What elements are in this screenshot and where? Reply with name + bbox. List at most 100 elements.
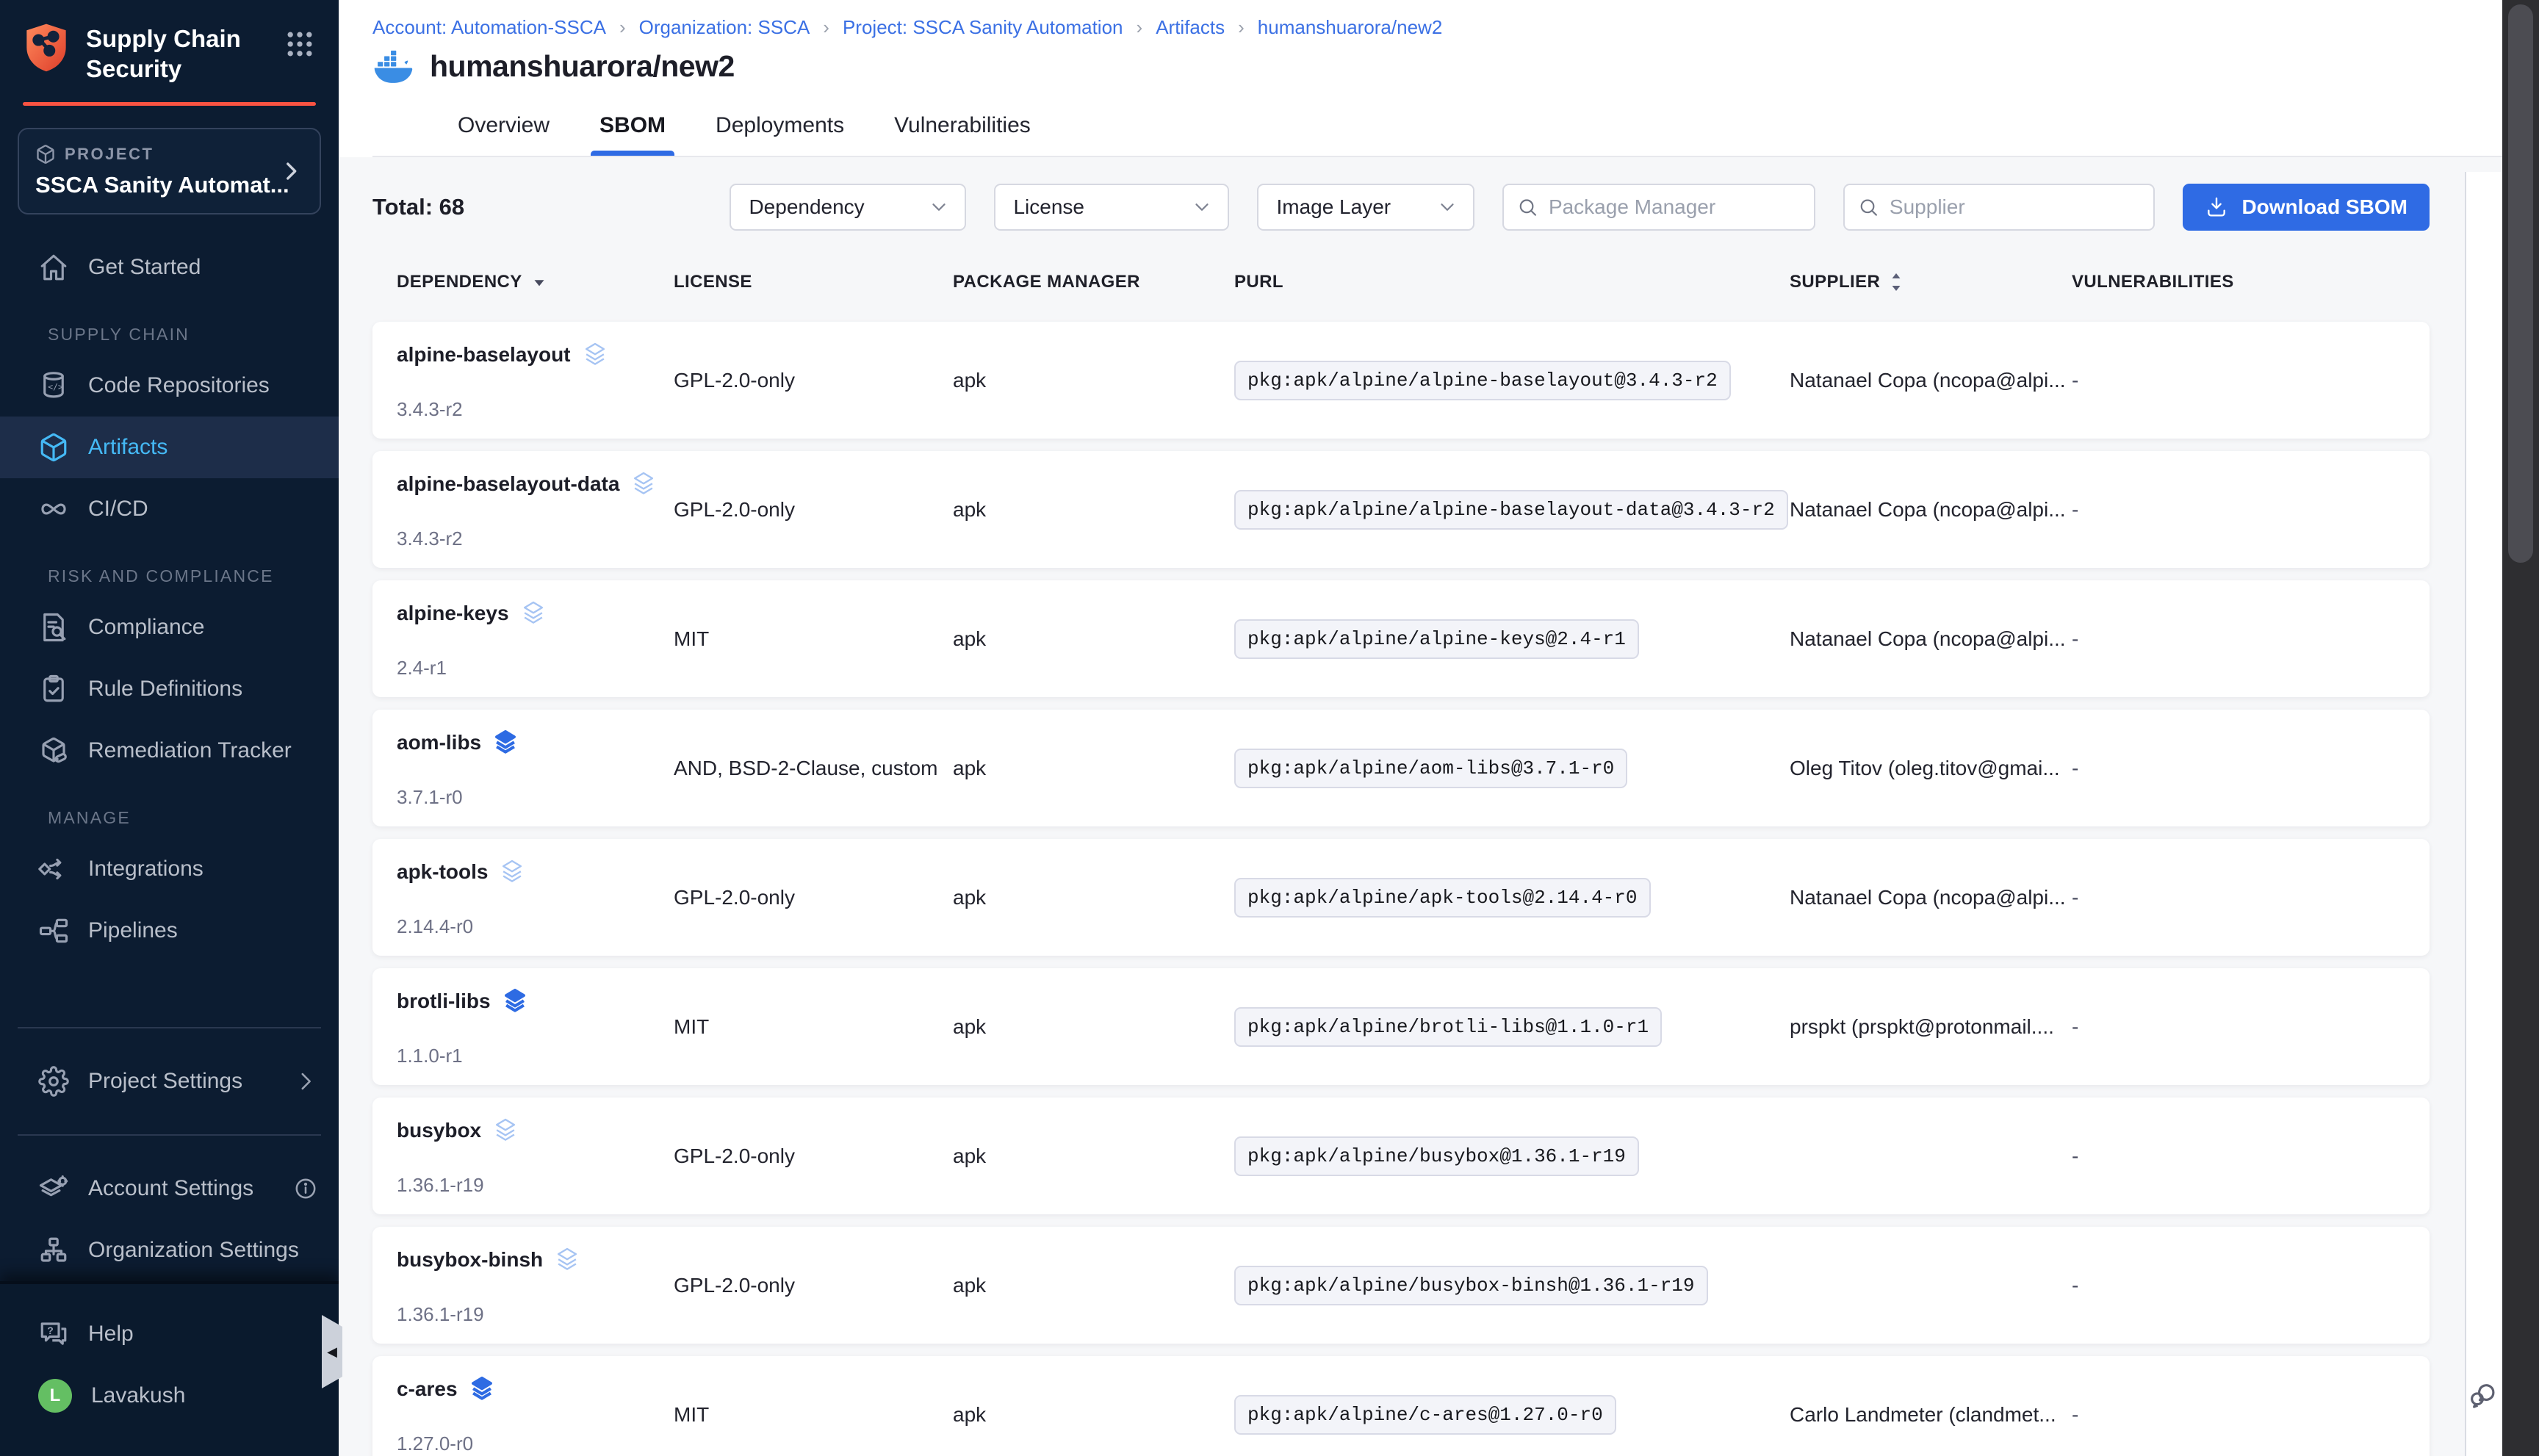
table-row[interactable]: c-ares1.27.0-r0MITapkpkg:apk/alpine/c-ar… bbox=[372, 1356, 2430, 1456]
sidebar-item-help[interactable]: ? Help bbox=[0, 1303, 339, 1365]
sidebar-item-label: Compliance bbox=[88, 615, 318, 640]
tab-sbom[interactable]: SBOM bbox=[598, 103, 667, 156]
package-manager-cell: apk bbox=[953, 757, 1234, 780]
sidebar-item-remediation-tracker[interactable]: Remediation Tracker bbox=[0, 720, 339, 782]
nav-section-heading: RISK AND COMPLIANCE bbox=[0, 566, 339, 586]
sidebar-item-artifacts[interactable]: Artifacts bbox=[0, 417, 339, 478]
table-row[interactable]: aom-libs3.7.1-r0AND, BSD-2-Clause, custo… bbox=[372, 710, 2430, 826]
sidebar-item-get-started[interactable]: Get Started bbox=[0, 237, 339, 298]
breadcrumb-link-organization-ssca[interactable]: Organization: SSCA bbox=[639, 16, 810, 39]
sidebar-item-label: Integrations bbox=[88, 857, 318, 882]
right-gutter bbox=[2465, 172, 2502, 1456]
image-layers-icon bbox=[498, 858, 526, 886]
sidebar-item-label: Get Started bbox=[88, 255, 318, 280]
tab-bar: Overview SBOM Deployments Vulnerabilities bbox=[372, 103, 2539, 157]
breadcrumb-separator: › bbox=[823, 16, 829, 39]
docker-icon bbox=[372, 50, 415, 84]
sidebar-header: Supply Chain Security bbox=[0, 0, 339, 106]
breadcrumb-link-account-automation-ssca[interactable]: Account: Automation-SSCA bbox=[372, 16, 606, 39]
project-selector[interactable]: PROJECT SSCA Sanity Automat... bbox=[18, 128, 321, 215]
image-layers-icon bbox=[468, 1375, 496, 1403]
total-count: Total: 68 bbox=[372, 194, 464, 220]
download-sbom-button[interactable]: Download SBOM bbox=[2183, 184, 2430, 231]
sidebar-item-organization-settings[interactable]: Organization Settings bbox=[0, 1219, 339, 1281]
dependency-version: 2.14.4-r0 bbox=[397, 915, 674, 938]
user-avatar: L bbox=[38, 1379, 72, 1413]
package-manager-cell: apk bbox=[953, 1274, 1234, 1297]
sidebar-collapse-handle[interactable]: ◀ bbox=[322, 1315, 342, 1388]
breadcrumb-link-project-ssca-sanity-automation[interactable]: Project: SSCA Sanity Automation bbox=[843, 16, 1123, 39]
chat-widget-icon[interactable] bbox=[2467, 1380, 2498, 1410]
sidebar-item-compliance[interactable]: Compliance bbox=[0, 597, 339, 658]
vertical-scrollbar[interactable] bbox=[2502, 0, 2539, 1456]
box-pill-icon bbox=[38, 735, 69, 766]
supplier-search-input[interactable] bbox=[1890, 195, 2141, 219]
clipboard-check-icon bbox=[38, 674, 69, 704]
download-icon bbox=[2205, 195, 2228, 219]
vulnerabilities-cell: - bbox=[2072, 1274, 2430, 1297]
table-row[interactable]: apk-tools2.14.4-r0GPL-2.0-onlyapkpkg:apk… bbox=[372, 839, 2430, 956]
sidebar-item-code-repositories[interactable]: </>Code Repositories bbox=[0, 355, 339, 417]
sidebar-item-label: CI/CD bbox=[88, 497, 318, 522]
column-label: LICENSE bbox=[674, 272, 752, 292]
dependency-name: apk-tools bbox=[397, 860, 488, 884]
module-switcher-icon[interactable] bbox=[284, 28, 316, 60]
dependency-version: 1.27.0-r0 bbox=[397, 1432, 674, 1455]
table-header: DEPENDENCYLICENSEPACKAGE MANAGERPURLSUPP… bbox=[372, 263, 2430, 301]
svg-text:?: ? bbox=[47, 1325, 54, 1336]
breadcrumb-link-humanshuarora-new2[interactable]: humanshuarora/new2 bbox=[1258, 16, 1443, 39]
infinity-icon bbox=[38, 494, 69, 525]
search-icon bbox=[1517, 195, 1538, 219]
sidebar-item-user[interactable]: L Lavakush bbox=[0, 1365, 339, 1427]
sidebar-nav: Get StartedSUPPLY CHAIN</>Code Repositor… bbox=[0, 237, 339, 1006]
supply-chain-security-logo-icon bbox=[23, 22, 70, 72]
table-row[interactable]: alpine-baselayout-data3.4.3-r2GPL-2.0-on… bbox=[372, 451, 2430, 568]
table-row[interactable]: brotli-libs1.1.0-r1MITapkpkg:apk/alpine/… bbox=[372, 968, 2430, 1085]
supplier-cell: Natanael Copa (ncopa@alpi... bbox=[1790, 627, 2072, 651]
breadcrumb: Account: Automation-SSCA › Organization: S… bbox=[372, 16, 2539, 39]
user-name: Lavakush bbox=[91, 1383, 318, 1408]
breadcrumb-link-artifacts[interactable]: Artifacts bbox=[1156, 16, 1225, 39]
sidebar-item-pipelines[interactable]: Pipelines bbox=[0, 900, 339, 962]
purl-chip: pkg:apk/alpine/brotli-libs@1.1.0-r1 bbox=[1234, 1007, 1662, 1047]
license-cell: GPL-2.0-only bbox=[674, 886, 953, 909]
toolbar: Total: 68 Dependency License Image Layer Do… bbox=[372, 184, 2430, 231]
tab-deployments[interactable]: Deployments bbox=[714, 103, 846, 156]
vulnerabilities-cell: - bbox=[2072, 627, 2430, 651]
column-label: VULNERABILITIES bbox=[2072, 272, 2234, 292]
column-header-vulnerabilities: VULNERABILITIES bbox=[2072, 272, 2430, 292]
sidebar-item-integrations[interactable]: Integrations bbox=[0, 838, 339, 900]
column-header-license: LICENSE bbox=[674, 272, 953, 292]
sidebar-item-cicd[interactable]: CI/CD bbox=[0, 478, 339, 540]
package-manager-cell: apk bbox=[953, 1145, 1234, 1168]
package-manager-search-input[interactable] bbox=[1549, 195, 1801, 219]
scrollbar-thumb[interactable] bbox=[2508, 4, 2533, 563]
app-root: Supply Chain Security bbox=[0, 0, 2539, 1456]
dependency-version: 1.36.1-r19 bbox=[397, 1303, 674, 1326]
sidebar-item-rule-definitions[interactable]: Rule Definitions bbox=[0, 658, 339, 720]
chevron-down-icon bbox=[1436, 196, 1458, 218]
column-header-supplier[interactable]: SUPPLIER bbox=[1790, 271, 2072, 293]
license-cell: GPL-2.0-only bbox=[674, 1145, 953, 1168]
tab-vulnerabilities[interactable]: Vulnerabilities bbox=[893, 103, 1032, 156]
info-icon bbox=[293, 1176, 318, 1201]
tab-overview[interactable]: Overview bbox=[456, 103, 551, 156]
sidebar-item-account-settings[interactable]: Account Settings bbox=[0, 1158, 339, 1219]
sidebar-bottom-panel: ? Help L Lavakush bbox=[0, 1281, 339, 1456]
column-label: PURL bbox=[1234, 272, 1283, 292]
table-row[interactable]: alpine-keys2.4-r1MITapkpkg:apk/alpine/al… bbox=[372, 580, 2430, 697]
download-sbom-label: Download SBOM bbox=[2241, 195, 2407, 219]
filter-select-dependency[interactable]: Dependency bbox=[730, 184, 966, 231]
package-manager-cell: apk bbox=[953, 498, 1234, 522]
table-row[interactable]: alpine-baselayout3.4.3-r2GPL-2.0-onlyapk… bbox=[372, 322, 2430, 439]
filter-select-license[interactable]: License bbox=[994, 184, 1229, 231]
table-row[interactable]: busybox-binsh1.36.1-r19GPL-2.0-onlyapkpk… bbox=[372, 1227, 2430, 1344]
vulnerabilities-cell: - bbox=[2072, 1145, 2430, 1168]
dependency-name: aom-libs bbox=[397, 731, 481, 754]
column-label: SUPPLIER bbox=[1790, 272, 1880, 292]
chevron-down-icon bbox=[1191, 196, 1213, 218]
sidebar-item-project-settings[interactable]: Project Settings bbox=[0, 1050, 339, 1112]
filter-select-image-layer[interactable]: Image Layer bbox=[1257, 184, 1474, 231]
table-row[interactable]: busybox1.36.1-r19GPL-2.0-onlyapkpkg:apk/… bbox=[372, 1098, 2430, 1214]
column-header-dependency[interactable]: DEPENDENCY bbox=[397, 272, 674, 292]
